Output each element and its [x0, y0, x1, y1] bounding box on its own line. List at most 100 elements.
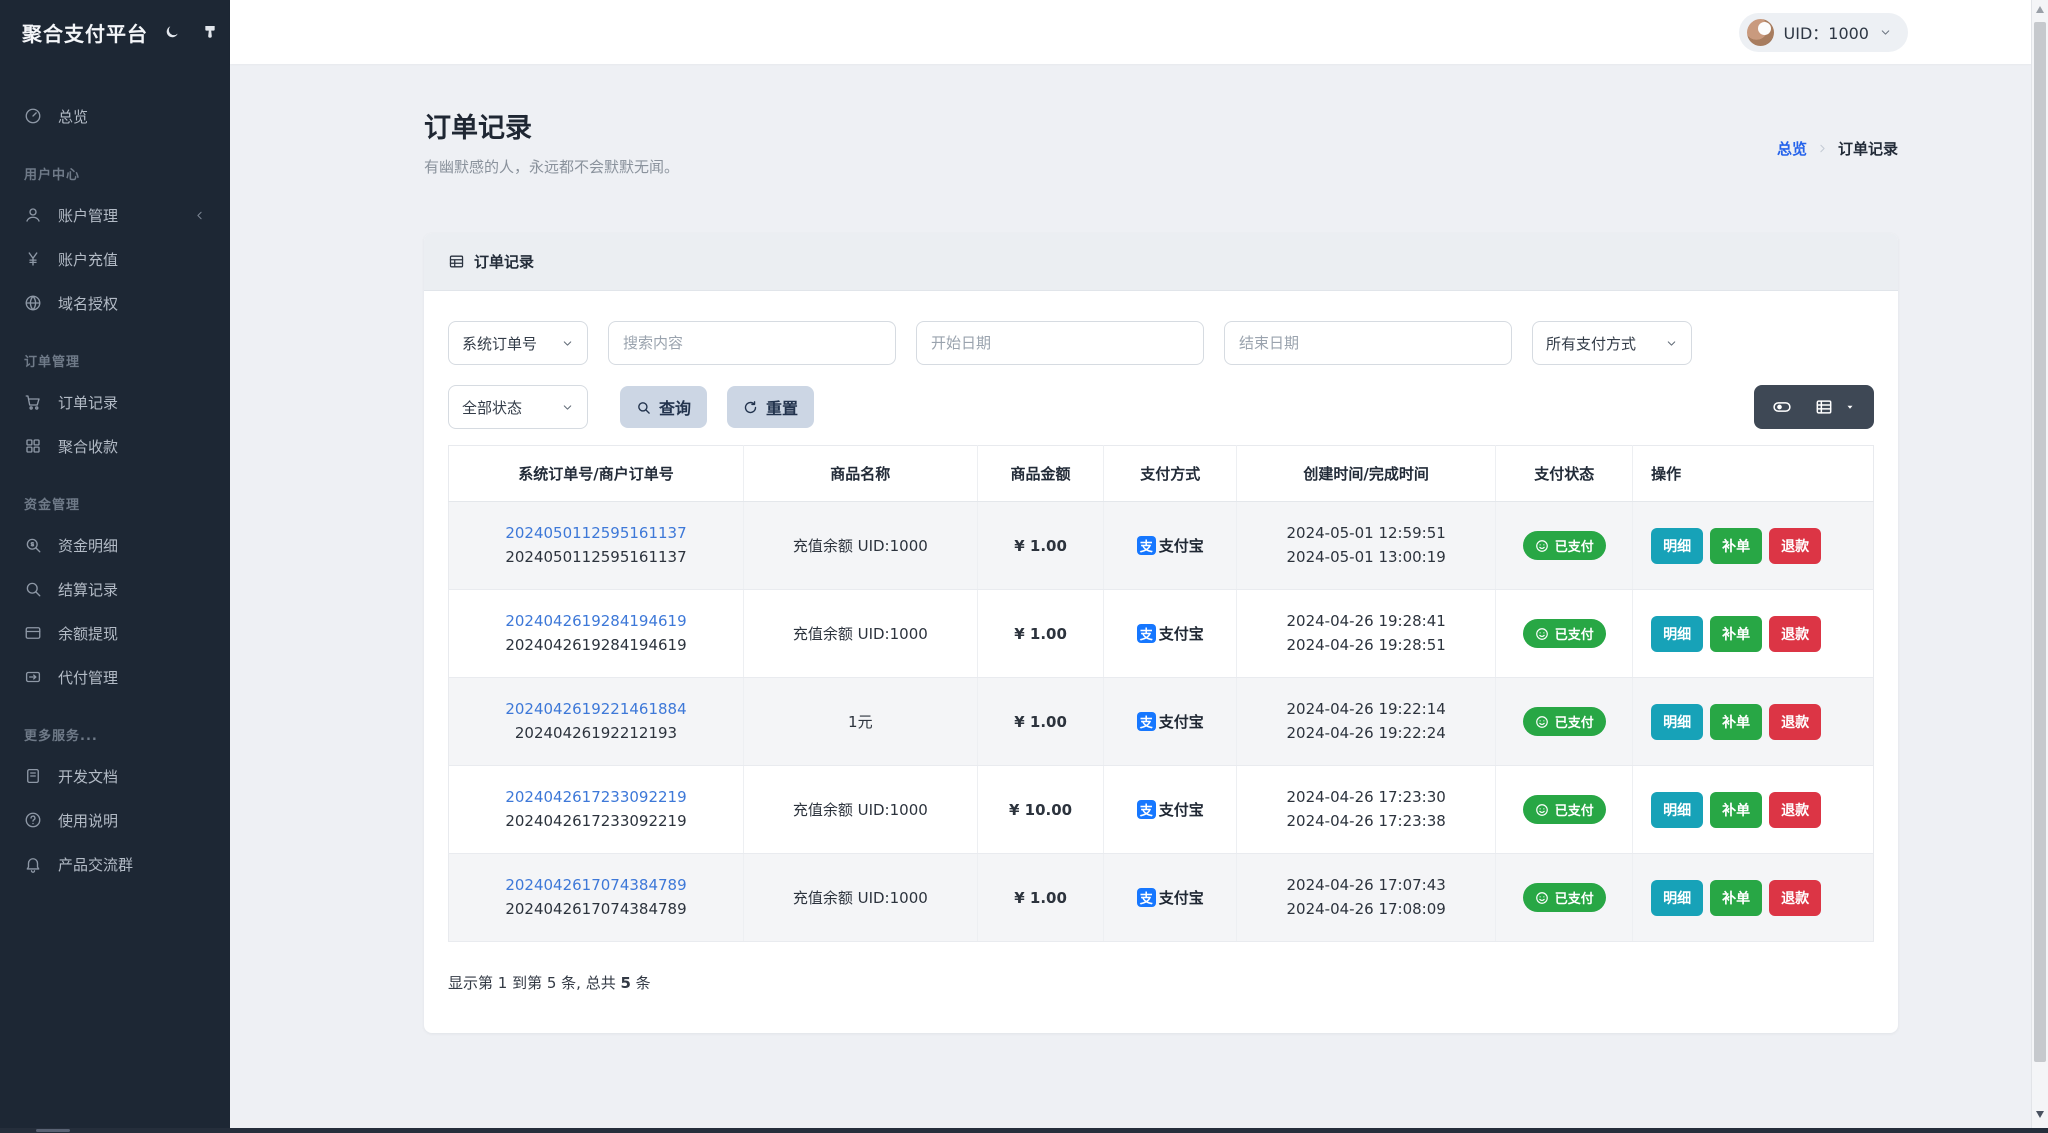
system-order-link[interactable]: 2024042617233092219 [459, 786, 733, 809]
sidebar-item-usage-guide[interactable]: 使用说明 [0, 798, 230, 842]
smiley-icon [1535, 627, 1549, 641]
created-time: 2024-04-26 17:23:30 [1286, 788, 1446, 807]
table-icon [448, 253, 465, 270]
status-badge: 已支付 [1522, 795, 1606, 824]
table-tools-group [1754, 385, 1874, 429]
sidebar-item-label: 总览 [58, 107, 89, 126]
orders-table: 系统订单号/商户订单号 商品名称 商品金额 支付方式 创建时间/完成时间 支付状… [448, 445, 1874, 942]
product-name: 充值余额 UID:1000 [743, 501, 978, 590]
status-badge: 已支付 [1522, 707, 1606, 736]
breadcrumb: 总览 订单记录 [1777, 138, 1898, 159]
search-input[interactable] [608, 321, 896, 365]
detail-button[interactable]: 明细 [1651, 879, 1704, 916]
detail-button[interactable]: 明细 [1651, 703, 1704, 740]
reorder-button[interactable]: 补单 [1710, 703, 1763, 740]
dark-mode-moon-icon[interactable] [164, 24, 180, 40]
sidebar-nav: 总览 用户中心 账户管理 账户充值 域名授权 订单管理 订单记录 聚合收款 资金… [0, 64, 230, 886]
detail-button[interactable]: 明细 [1651, 527, 1704, 564]
sidebar-item-aggregate-collection[interactable]: 聚合收款 [0, 424, 230, 468]
pay-method: 支付宝 [1158, 801, 1204, 819]
sidebar-item-account-management[interactable]: 账户管理 [0, 193, 230, 237]
refund-button[interactable]: 退款 [1769, 703, 1822, 740]
reorder-button[interactable]: 补单 [1710, 615, 1763, 652]
reorder-button[interactable]: 补单 [1710, 879, 1763, 916]
sidebar-item-settlement-records[interactable]: 结算记录 [0, 567, 230, 611]
system-order-link[interactable]: 2024050112595161137 [459, 522, 733, 545]
brand-title[interactable]: 聚合支付平台 [22, 18, 148, 47]
scroll-up-arrow[interactable] [2036, 6, 2044, 13]
query-button[interactable]: 查询 [620, 386, 708, 428]
breadcrumb-current: 订单记录 [1837, 140, 1898, 158]
card-title: 订单记录 [474, 253, 535, 271]
chevron-right-icon [1816, 142, 1829, 155]
status-select[interactable]: 全部状态 [448, 385, 588, 429]
order-type-select[interactable]: 系统订单号 [448, 321, 588, 365]
sidebar-section-fund-management: 资金管理 [24, 498, 81, 513]
system-order-link[interactable]: 2024042619221461884 [459, 698, 733, 721]
reorder-button[interactable]: 补单 [1710, 791, 1763, 828]
sidebar-item-fund-details[interactable]: 资金明细 [0, 523, 230, 567]
avatar [1746, 18, 1774, 46]
smiley-icon [1535, 715, 1549, 729]
detail-button[interactable]: 明细 [1651, 615, 1704, 652]
end-date-input[interactable] [1224, 321, 1512, 365]
order-records-card: 订单记录 系统订单号 所有支付方式 [424, 233, 1898, 1033]
status-badge: 已支付 [1522, 619, 1606, 648]
merchant-order-no: 2024042617074384789 [505, 899, 687, 918]
refund-button[interactable]: 退款 [1769, 527, 1822, 564]
horizontal-scrollbar[interactable] [0, 1128, 2048, 1133]
completed-time: 2024-04-26 19:28:51 [1286, 635, 1446, 654]
detail-button[interactable]: 明细 [1651, 791, 1704, 828]
merchant-order-no: 20240426192212193 [514, 723, 678, 742]
start-date-input[interactable] [916, 321, 1204, 365]
refund-button[interactable]: 退款 [1769, 615, 1822, 652]
sidebar-item-account-recharge[interactable]: 账户充值 [0, 237, 230, 281]
gauge-icon [24, 107, 42, 125]
toggle-icon[interactable] [1772, 397, 1792, 417]
horizontal-scrollbar-thumb[interactable] [36, 1129, 70, 1132]
pay-method-select[interactable]: 所有支付方式 [1532, 321, 1692, 365]
alipay-icon: 支 [1136, 624, 1156, 643]
refund-button[interactable]: 退款 [1769, 879, 1822, 916]
bell-icon [24, 855, 42, 873]
merchant-order-no: 2024042617233092219 [505, 811, 687, 830]
product-name: 充值余额 UID:1000 [743, 853, 978, 942]
vertical-scrollbar-thumb[interactable] [2034, 22, 2046, 1062]
pagination-summary: 显示第 1 到第 5 条, 总共 5 条 [448, 974, 651, 992]
created-time: 2024-04-26 19:28:41 [1286, 612, 1446, 631]
sidebar-item-order-records[interactable]: 订单记录 [0, 380, 230, 424]
sidebar-item-product-group[interactable]: 产品交流群 [0, 842, 230, 886]
vertical-scrollbar[interactable] [2031, 0, 2048, 1128]
sidebar-item-dev-docs[interactable]: 开发文档 [0, 754, 230, 798]
col-header-product: 商品名称 [743, 445, 978, 502]
scroll-down-arrow[interactable] [2036, 1111, 2044, 1118]
reorder-button[interactable]: 补单 [1710, 527, 1763, 564]
sidebar-item-overview[interactable]: 总览 [0, 94, 230, 138]
refund-button[interactable]: 退款 [1769, 791, 1822, 828]
col-header-actions: 操作 [1632, 445, 1874, 502]
system-order-link[interactable]: 2024042619284194619 [459, 610, 733, 633]
user-menu-button[interactable]: UID：1000 [1738, 12, 1908, 52]
book-icon [24, 767, 42, 785]
breadcrumb-home-link[interactable]: 总览 [1777, 138, 1807, 159]
sidebar-item-balance-withdrawal[interactable]: 余额提现 [0, 611, 230, 655]
product-name: 充值余额 UID:1000 [743, 765, 978, 854]
system-order-link[interactable]: 2024042617074384789 [459, 874, 733, 897]
theme-brush-icon[interactable] [202, 24, 218, 40]
created-time: 2024-04-26 19:22:14 [1286, 700, 1446, 719]
search-icon [24, 580, 42, 598]
sidebar-item-payout-management[interactable]: 代付管理 [0, 655, 230, 699]
caret-down-icon[interactable] [1844, 401, 1856, 413]
order-amount: ¥ 1.00 [977, 677, 1105, 766]
page-subtitle: 有幽默感的人，永远都不会默默无闻。 [424, 158, 680, 176]
sidebar-item-domain-authorization[interactable]: 域名授权 [0, 281, 230, 325]
table-row: 2024050112595161137 2024050112595161137 充… [448, 501, 1874, 590]
order-amount: ¥ 1.00 [977, 501, 1105, 590]
chevron-down-icon [561, 337, 574, 350]
reset-button[interactable]: 重置 [727, 386, 815, 428]
table-row: 2024042619221461884 20240426192212193 1元 … [448, 677, 1874, 766]
col-header-order-no: 系统订单号/商户订单号 [448, 445, 744, 502]
columns-icon[interactable] [1814, 397, 1834, 417]
created-time: 2024-04-26 17:07:43 [1286, 876, 1446, 895]
order-amount: ¥ 1.00 [977, 589, 1105, 678]
